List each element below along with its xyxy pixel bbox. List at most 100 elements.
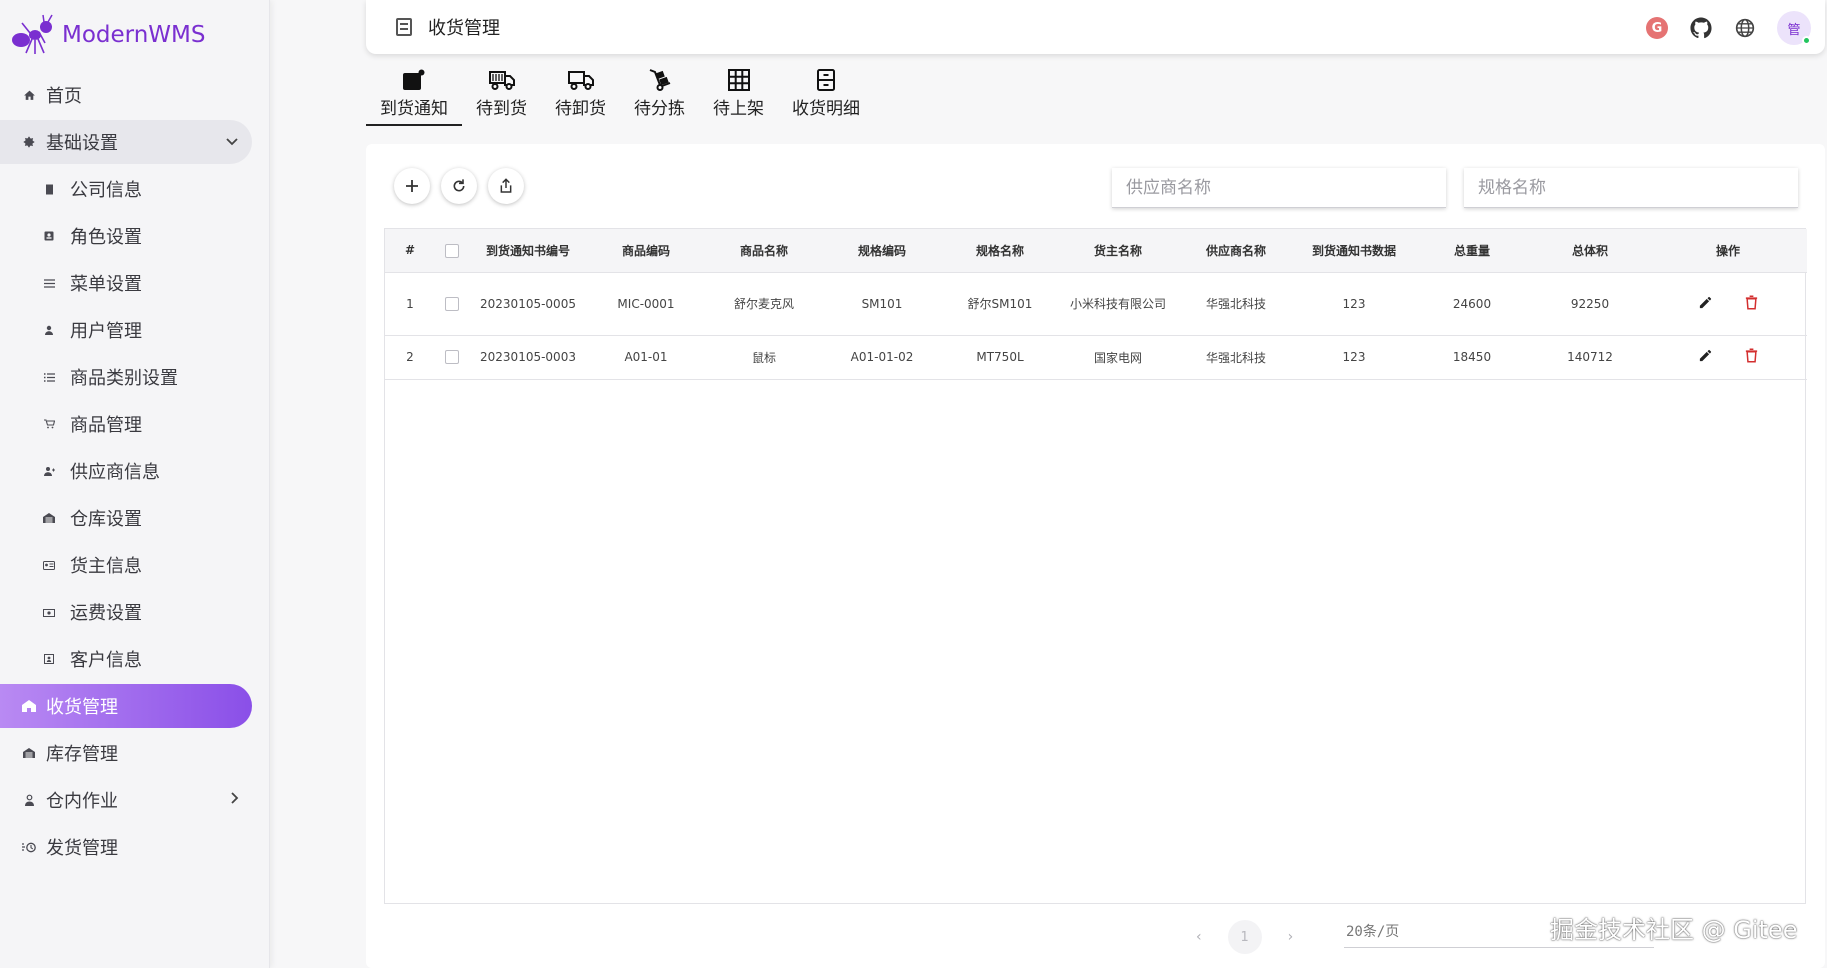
delete-button[interactable] — [1738, 291, 1764, 317]
sidebar-item-2[interactable]: 基础设置 — [0, 120, 252, 164]
github-icon — [1690, 17, 1712, 39]
cell-spu-name: 舒尔麦克风 — [705, 272, 823, 336]
top-actions: G 管 — [1645, 11, 1811, 45]
shipping-icon — [22, 840, 36, 854]
row-index: 1 — [385, 272, 435, 336]
tab-label: 收货明细 — [792, 99, 860, 119]
sidebar-item-6[interactable]: 用户管理 — [0, 308, 269, 352]
sidebar-item-label: 商品类别设置 — [70, 368, 178, 389]
row-checkbox[interactable] — [445, 296, 459, 311]
column-header: 商品编码 — [587, 229, 705, 273]
sidebar-item-label: 库存管理 — [46, 744, 118, 765]
table-row[interactable]: 1 20230105-0005 MIC-0001 舒尔麦克风 SM101 舒尔SM101 小… — [385, 272, 1807, 336]
cell-sku-name: 舒尔SM101 — [941, 272, 1059, 336]
prev-page-button[interactable]: ‹ — [1196, 929, 1202, 945]
warehouse-icon — [42, 511, 56, 525]
cell-spu-code: MIC-0001 — [587, 272, 705, 336]
tab-6[interactable]: 收货明细 — [778, 68, 874, 126]
tab-label: 待卸货 — [555, 99, 606, 119]
content-card: # 到货通知书编号商品编码商品名称规格编码规格名称货主名称供应商名称到货通知书数据… — [366, 144, 1825, 968]
sidebar-item-14[interactable]: 收货管理 — [0, 684, 252, 728]
tab-5[interactable]: 待上架 — [699, 68, 778, 126]
tab-2[interactable]: 待到货 — [462, 68, 541, 126]
receiving-tabs: 到货通知 待到货 待卸货 待分拣 待上架 收货明细 — [366, 68, 874, 126]
edit-button[interactable] — [1692, 291, 1718, 317]
row-actions — [1649, 272, 1807, 336]
sidebar-item-label: 收货管理 — [46, 697, 118, 718]
hand-truck-icon — [648, 68, 672, 92]
sidebar-item-label: 角色设置 — [70, 227, 142, 248]
warehouse-icon — [22, 746, 36, 760]
spec-name-input[interactable] — [1464, 168, 1798, 208]
sidebar-item-16[interactable]: 仓内作业 — [0, 778, 269, 822]
tab-3[interactable]: 待卸货 — [541, 68, 620, 126]
worker-icon — [22, 793, 36, 807]
page-title: 收货管理 — [428, 18, 500, 39]
sidebar-item-12[interactable]: 运费设置 — [0, 590, 269, 634]
online-status-dot — [1802, 36, 1811, 45]
tab-4[interactable]: 待分拣 — [620, 68, 699, 126]
trash-icon — [1745, 348, 1758, 366]
avatar[interactable]: 管 — [1777, 11, 1811, 45]
current-page[interactable]: 1 — [1227, 920, 1262, 954]
refresh-button[interactable] — [441, 168, 477, 204]
sidebar-item-9[interactable]: 供应商信息 — [0, 449, 269, 493]
cell-supplier: 华强北科技 — [1177, 272, 1295, 336]
sidebar-nav: 首页基础设置 公司信息角色设置菜单设置用户管理商品类别设置商品管理 供应商信息仓库设… — [0, 73, 269, 869]
cell-supplier: 华强北科技 — [1177, 335, 1295, 380]
sidebar-item-7[interactable]: 商品类别设置 — [0, 355, 269, 399]
github-button[interactable] — [1689, 16, 1713, 40]
add-button[interactable] — [394, 168, 430, 204]
row-checkbox[interactable] — [445, 350, 459, 365]
cell-spu-code: A01-01 — [587, 335, 705, 380]
column-header: 供应商名称 — [1177, 229, 1295, 273]
select-all-checkbox[interactable] — [445, 243, 459, 258]
column-header: 到货通知书编号 — [469, 229, 587, 273]
column-header: 规格编码 — [823, 229, 941, 273]
sidebar-item-label: 首页 — [46, 86, 82, 107]
table-body: 1 20230105-0005 MIC-0001 舒尔麦克风 SM101 舒尔SM101 小… — [385, 272, 1807, 380]
id-badge-icon — [42, 229, 56, 243]
sidebar-item-15[interactable]: 库存管理 — [0, 731, 269, 775]
sidebar: ModernWMS 首页基础设置 公司信息角色设置菜单设置用户管理商品类别设置商品… — [0, 0, 270, 968]
tab-label: 到货通知 — [380, 99, 448, 119]
table-row[interactable]: 2 20230105-0003 A01-01 鼠标 A01-01-02 MT750L 国家电… — [385, 335, 1807, 380]
sidebar-item-11[interactable]: 货主信息 — [0, 543, 269, 587]
tab-label: 待分拣 — [634, 99, 685, 119]
cell-weight: 24600 — [1413, 272, 1531, 336]
page-icon — [396, 18, 412, 36]
next-page-button[interactable]: › — [1288, 929, 1294, 945]
gear-icon — [22, 135, 36, 149]
sidebar-item-17[interactable]: 发货管理 — [0, 825, 269, 869]
sidebar-item-5[interactable]: 菜单设置 — [0, 261, 269, 305]
row-index: 2 — [385, 335, 435, 380]
cell-sku-name: MT750L — [941, 335, 1059, 380]
select-all-header[interactable] — [435, 229, 469, 273]
cell-asn-no: 20230105-0005 — [469, 272, 587, 336]
cell-sku-code: SM101 — [823, 272, 941, 336]
delete-button[interactable] — [1738, 344, 1764, 370]
column-header: # — [385, 229, 435, 273]
sidebar-item-8[interactable]: 商品管理 — [0, 402, 269, 446]
document-icon — [42, 182, 56, 196]
sidebar-item-13[interactable]: 客户信息 — [0, 637, 269, 681]
sidebar-item-label: 用户管理 — [70, 321, 142, 342]
edit-button[interactable] — [1692, 344, 1718, 370]
gitee-button[interactable]: G — [1645, 16, 1669, 40]
cell-asn-qty: 123 — [1295, 335, 1413, 380]
sidebar-item-4[interactable]: 角色设置 — [0, 214, 269, 258]
sidebar-item-1[interactable]: 首页 — [0, 73, 269, 117]
row-actions — [1649, 335, 1807, 380]
sidebar-item-label: 运费设置 — [70, 603, 142, 624]
sidebar-item-10[interactable]: 仓库设置 — [0, 496, 269, 540]
cell-volume: 92250 — [1531, 272, 1649, 336]
language-button[interactable] — [1733, 16, 1757, 40]
row-select-cell — [435, 272, 469, 336]
sidebar-item-label: 仓库设置 — [70, 509, 142, 530]
tab-1[interactable]: 到货通知 — [366, 68, 462, 126]
chevron-down-icon — [226, 134, 238, 150]
sidebar-item-3[interactable]: 公司信息 — [0, 167, 269, 211]
supplier-name-input[interactable] — [1112, 168, 1446, 208]
export-button[interactable] — [488, 168, 524, 204]
brand[interactable]: ModernWMS — [0, 0, 269, 70]
